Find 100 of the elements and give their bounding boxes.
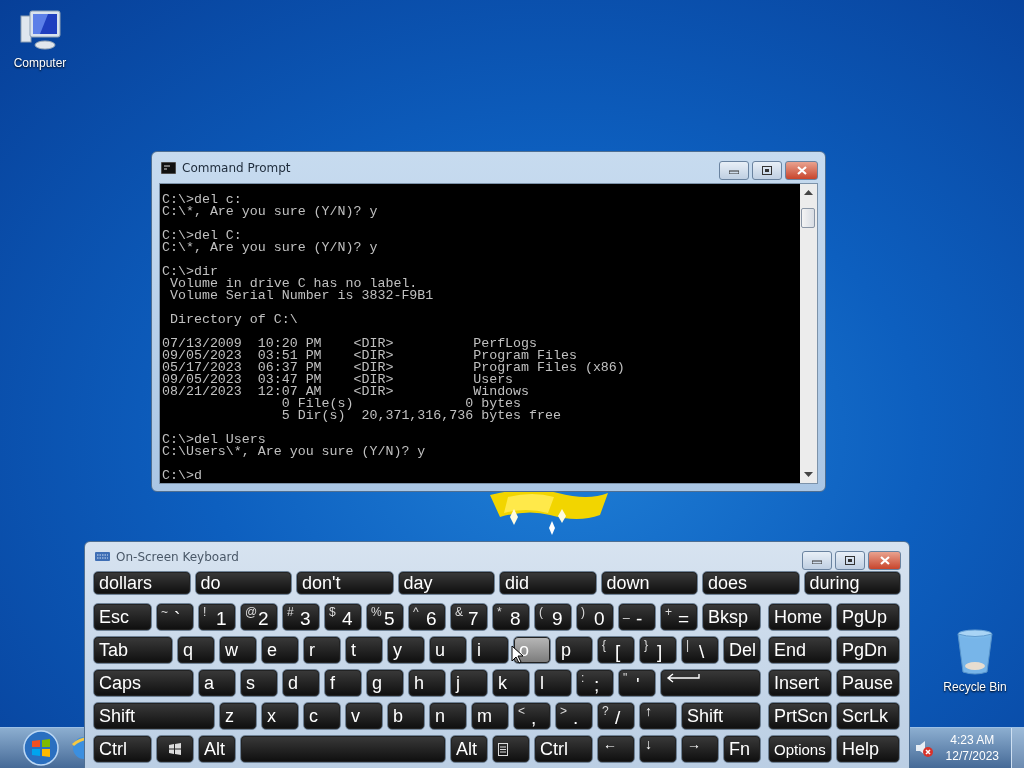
suggestion-key[interactable]: don't (296, 571, 394, 595)
scroll-thumb[interactable] (801, 208, 815, 228)
keyboard-key[interactable]: End (768, 636, 832, 664)
keyboard-key[interactable]: t (345, 636, 383, 664)
keyboard-key[interactable]: : ; (576, 669, 614, 697)
keyboard-key[interactable]: Fn (723, 735, 761, 763)
start-button[interactable] (21, 729, 61, 767)
keyboard-key[interactable]: { [ (597, 636, 635, 664)
keyboard-key[interactable]: v (345, 702, 383, 730)
keyboard-key[interactable]: < , (513, 702, 551, 730)
keyboard-key[interactable]: x (261, 702, 299, 730)
keyboard-key[interactable]: a (198, 669, 236, 697)
maximize-button[interactable] (752, 161, 782, 180)
keyboard-key[interactable]: u (429, 636, 467, 664)
keyboard-key[interactable]: → (681, 735, 719, 763)
enter-key[interactable] (660, 669, 761, 697)
suggestion-key[interactable]: day (397, 571, 495, 595)
menu-key[interactable] (492, 735, 530, 763)
keyboard-key[interactable]: f (324, 669, 362, 697)
desktop-icon-label[interactable]: Computer (13, 56, 67, 70)
keyboard-key[interactable]: Tab (93, 636, 173, 664)
close-button[interactable] (785, 161, 818, 180)
suggestion-key[interactable]: does (702, 571, 800, 595)
keyboard-key[interactable]: * 8 (492, 603, 530, 631)
keyboard-key[interactable]: y (387, 636, 425, 664)
keyboard-key[interactable]: Ctrl (534, 735, 593, 763)
keyboard-key[interactable]: > . (555, 702, 593, 730)
keyboard-key[interactable]: h (408, 669, 446, 697)
keyboard-key[interactable]: Alt (450, 735, 488, 763)
show-desktop-button[interactable] (1011, 728, 1024, 768)
console-line: C:\*, Are you sure (Y/N)? y (162, 206, 379, 218)
clock-date[interactable]: 12/7/2023 (945, 749, 999, 763)
keyboard-key[interactable]: } ] (639, 636, 677, 664)
keyboard-key[interactable]: d (282, 669, 320, 697)
keyboard-key[interactable]: ? / (597, 702, 635, 730)
keyboard-key[interactable]: w (219, 636, 257, 664)
keyboard-key[interactable]: ~ ` (156, 603, 194, 631)
suggestion-key[interactable]: during (803, 571, 901, 595)
keyboard-key[interactable]: k (492, 669, 530, 697)
keyboard-key[interactable]: ) 0 (576, 603, 614, 631)
suggestion-key[interactable]: dollars (93, 571, 191, 595)
keyboard-key[interactable]: ScrLk (836, 702, 900, 730)
keyboard-key[interactable]: ^ 6 (408, 603, 446, 631)
keyboard-key[interactable]: Bksp (702, 603, 761, 631)
keyboard-key[interactable]: p (555, 636, 593, 664)
keyboard-key[interactable]: Del (723, 636, 761, 664)
keyboard-key[interactable]: PgUp (836, 603, 900, 631)
keyboard-key[interactable]: Shift (681, 702, 761, 730)
suggestion-key[interactable]: down (600, 571, 698, 595)
keyboard-key[interactable]: PrtScn (768, 702, 832, 730)
keyboard-key[interactable]: ↑ (639, 702, 677, 730)
keyboard-key[interactable]: PgDn (836, 636, 900, 664)
scroll-up-icon[interactable] (804, 190, 813, 195)
keyboard-key[interactable]: + = (660, 603, 698, 631)
keyboard-key[interactable]: ! 1 (198, 603, 236, 631)
keyboard-key[interactable]: e (261, 636, 299, 664)
keyboard-key[interactable]: Pause (836, 669, 900, 697)
keyboard-key[interactable]: # 3 (282, 603, 320, 631)
suggestion-key[interactable]: do (194, 571, 292, 595)
keyboard-key[interactable]: b (387, 702, 425, 730)
keyboard-key[interactable]: g (366, 669, 404, 697)
keyboard-key[interactable]: l (534, 669, 572, 697)
keyboard-key[interactable]: ↓ (639, 735, 677, 763)
keyboard-key[interactable]: ← (597, 735, 635, 763)
keyboard-key[interactable]: @2 (240, 603, 278, 631)
keyboard-key[interactable]: $ 4 (324, 603, 362, 631)
space-key[interactable] (240, 735, 446, 763)
keyboard-key[interactable]: Home (768, 603, 832, 631)
keyboard-key[interactable]: z (219, 702, 257, 730)
close-button[interactable] (868, 551, 901, 570)
keyboard-key[interactable]: | \ (681, 636, 719, 664)
volume-muted-icon[interactable] (913, 739, 934, 757)
keyboard-key[interactable]: " ' (618, 669, 656, 697)
keyboard-key[interactable]: Esc (93, 603, 152, 631)
keyboard-key[interactable]: _ - (618, 603, 656, 631)
keyboard-key[interactable]: i (471, 636, 509, 664)
keyboard-key[interactable]: & 7 (450, 603, 488, 631)
scroll-down-icon[interactable] (804, 472, 813, 477)
desktop-icon-label[interactable]: Recycle Bin (943, 680, 1007, 694)
keyboard-key[interactable]: q (177, 636, 215, 664)
keyboard-key[interactable]: s (240, 669, 278, 697)
keyboard-key[interactable]: Caps (93, 669, 194, 697)
keyboard-key[interactable]: Options (768, 735, 832, 763)
keyboard-key[interactable]: %5 (366, 603, 404, 631)
keyboard-key[interactable]: Shift (93, 702, 215, 730)
keyboard-key[interactable]: j (450, 669, 488, 697)
keyboard-key[interactable]: n (429, 702, 467, 730)
keyboard-key[interactable]: m (471, 702, 509, 730)
keyboard-key[interactable]: r (303, 636, 341, 664)
windows-key[interactable] (156, 735, 194, 763)
console-line: C:\>del c: (162, 194, 243, 206)
keyboard-key[interactable]: Insert (768, 669, 832, 697)
maximize-button[interactable] (835, 551, 865, 570)
keyboard-key[interactable]: Alt (198, 735, 236, 763)
keyboard-key[interactable]: Help (836, 735, 900, 763)
suggestion-key[interactable]: did (499, 571, 597, 595)
keyboard-key[interactable]: Ctrl (93, 735, 152, 763)
keyboard-key[interactable]: c (303, 702, 341, 730)
keyboard-key[interactable]: ( 9 (534, 603, 572, 631)
scrollbar[interactable] (800, 184, 817, 483)
